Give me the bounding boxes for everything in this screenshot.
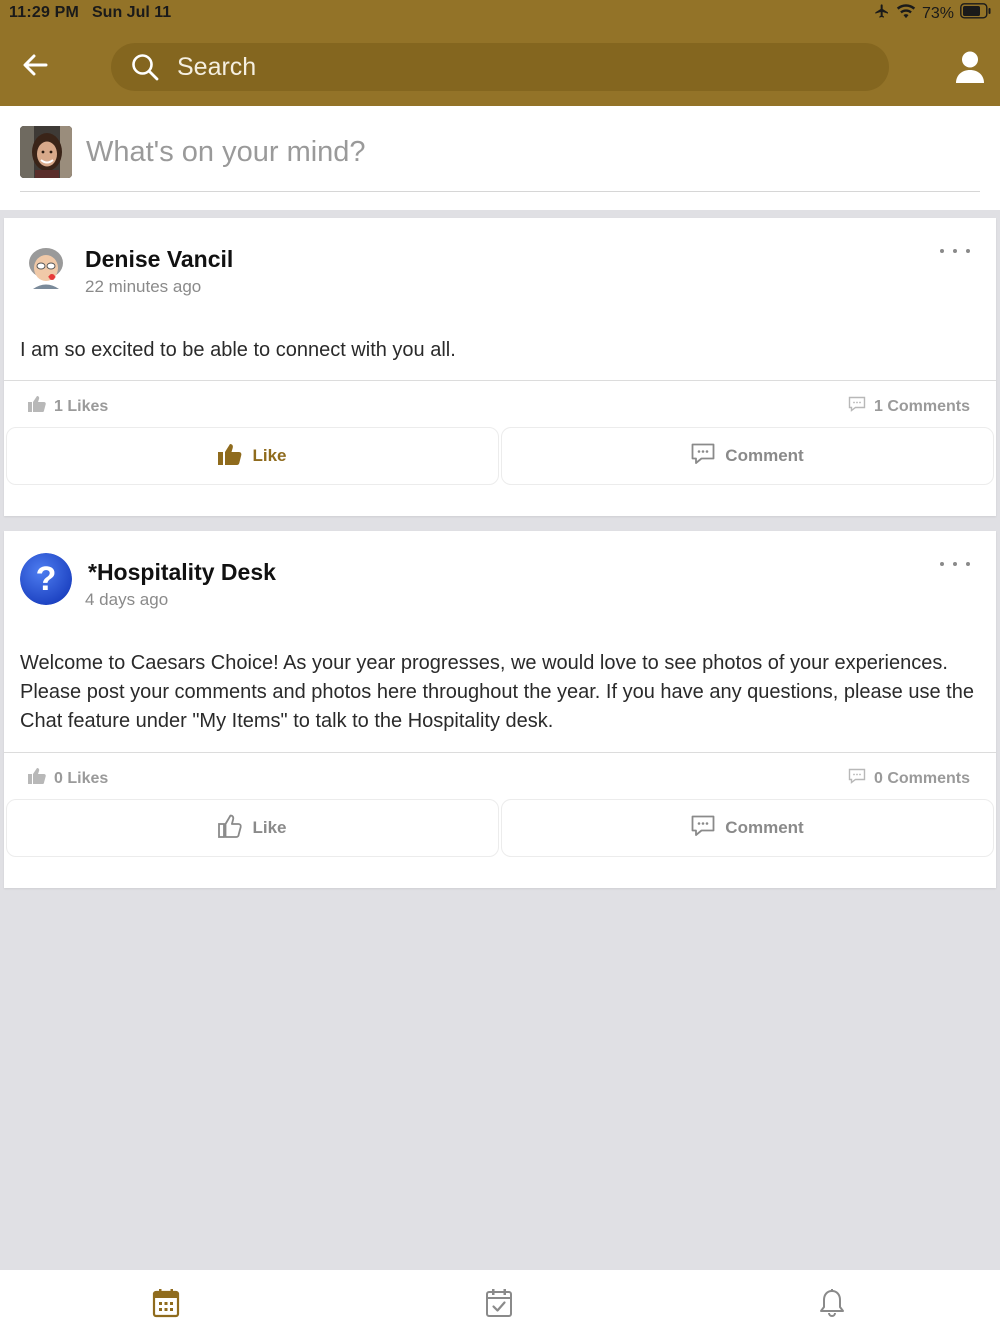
thumbs-up-icon <box>28 768 46 789</box>
status-indicators: 73% <box>874 3 992 24</box>
app-header: 11:29 PM Sun Jul 11 73% <box>0 0 1000 106</box>
post-card: ? *Hospitality Desk 4 days ago Welcome t… <box>4 531 996 888</box>
status-time: 11:29 PM <box>9 4 80 21</box>
battery-icon <box>960 3 992 24</box>
likes-count[interactable]: 0 Likes <box>28 768 108 789</box>
post-author[interactable]: *Hospitality Desk <box>88 559 276 586</box>
status-bar: 11:29 PM Sun Jul 11 73% <box>0 0 1000 28</box>
post-stats: 0 Likes 0 Comments <box>4 754 996 798</box>
comments-count[interactable]: 0 Comments <box>848 768 970 789</box>
post-actions: Like Comment <box>6 799 994 857</box>
comment-button[interactable]: Comment <box>501 799 994 857</box>
bottom-tab-bar <box>0 1270 1000 1334</box>
post-body: Welcome to Caesars Choice! As your year … <box>20 652 974 732</box>
post-timestamp: 4 days ago <box>85 590 169 609</box>
tab-notifications[interactable] <box>818 1288 848 1318</box>
post-actions: Like Comment <box>6 427 994 485</box>
post-author[interactable]: Denise Vancil <box>85 246 233 273</box>
comments-count-label: 0 Comments <box>873 769 970 787</box>
battery-percent: 73% <box>921 4 954 22</box>
like-label: Like <box>252 446 287 465</box>
profile-button[interactable] <box>954 50 986 84</box>
navigation-bar <box>0 28 1000 106</box>
notifications-bell-icon <box>818 1289 846 1322</box>
post-stats: 1 Likes 1 Comments <box>4 382 996 426</box>
comment-bubble-icon <box>848 768 866 789</box>
post-body: I am so excited to be able to connect wi… <box>20 339 456 361</box>
composer-divider <box>20 191 980 192</box>
like-button[interactable]: Like <box>6 427 499 485</box>
user-profile-icon <box>954 51 986 88</box>
comment-bubble-icon <box>848 396 866 417</box>
search-bar[interactable] <box>111 43 889 91</box>
search-icon <box>131 53 159 81</box>
search-input[interactable] <box>177 52 817 82</box>
author-avatar[interactable]: ? <box>20 553 72 605</box>
like-button[interactable]: Like <box>6 799 499 857</box>
comment-icon <box>691 815 715 842</box>
post-options-button[interactable] <box>940 244 970 258</box>
airplane-icon <box>874 3 890 24</box>
more-options-icon <box>940 562 970 566</box>
post-card: Denise Vancil 22 minutes ago I am so exc… <box>4 218 996 516</box>
status-date: Sun Jul 11 <box>92 4 172 21</box>
tab-tasks[interactable] <box>485 1288 515 1318</box>
post-timestamp: 22 minutes ago <box>85 277 202 296</box>
comment-label: Comment <box>725 818 804 837</box>
likes-count-label: 1 Likes <box>54 397 109 415</box>
post-options-button[interactable] <box>940 557 970 571</box>
post-divider <box>4 380 996 381</box>
likes-count-label: 0 Likes <box>54 769 109 787</box>
thumbs-up-icon <box>28 396 46 417</box>
task-check-icon <box>485 1289 513 1322</box>
author-avatar[interactable] <box>20 242 72 294</box>
tab-calendar[interactable] <box>152 1288 182 1318</box>
svg-text:?: ? <box>36 560 57 598</box>
calendar-icon <box>152 1289 180 1322</box>
comment-icon <box>691 443 715 470</box>
post-divider <box>4 752 996 753</box>
comments-count-label: 1 Comments <box>873 397 970 415</box>
wifi-icon <box>896 3 916 24</box>
comment-label: Comment <box>725 446 804 465</box>
thumbs-up-outline-icon <box>218 814 243 843</box>
more-options-icon <box>940 249 970 253</box>
back-button[interactable] <box>18 50 52 84</box>
comment-button[interactable]: Comment <box>501 427 994 485</box>
composer-prompt[interactable]: What's on your mind? <box>86 136 366 169</box>
back-arrow-icon <box>22 54 48 81</box>
like-label: Like <box>252 818 287 837</box>
thumbs-up-filled-icon <box>218 443 242 470</box>
comments-count[interactable]: 1 Comments <box>848 396 970 417</box>
likes-count[interactable]: 1 Likes <box>28 396 108 417</box>
current-user-avatar <box>20 126 72 178</box>
post-composer[interactable]: What's on your mind? <box>0 106 1000 210</box>
